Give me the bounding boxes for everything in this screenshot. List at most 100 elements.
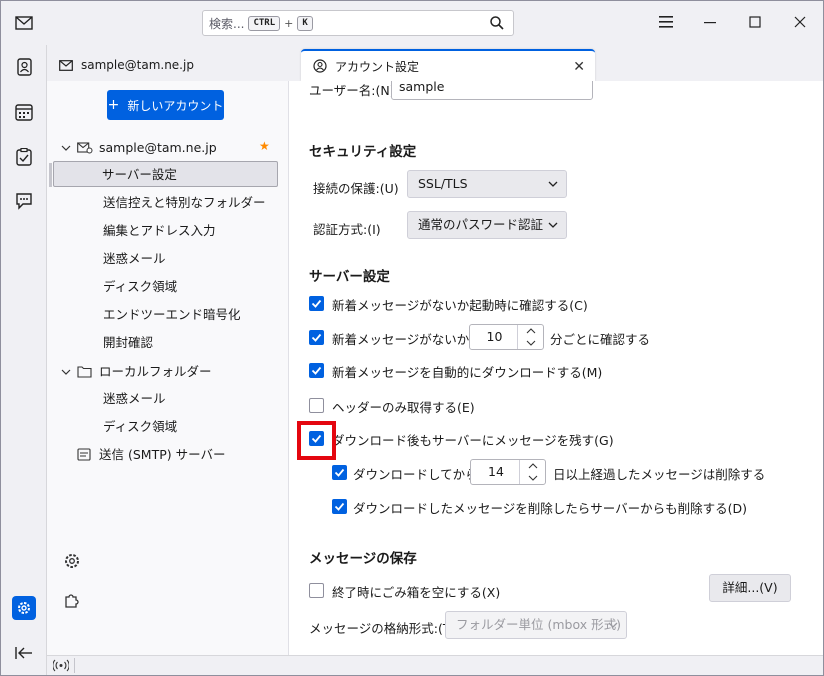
storage-heading: メッセージの保存	[309, 551, 417, 567]
store-type-value: フォルダー単位 (mbox 形式)	[456, 617, 621, 632]
store-type-label: メッセージの格納形式:(T)	[309, 621, 456, 636]
highlight-box	[297, 421, 336, 460]
shortcut-key-ctrl: CTRL	[248, 15, 281, 31]
tasks-icon[interactable]	[12, 145, 36, 169]
tree-item-junk[interactable]: 迷惑メール	[103, 246, 166, 272]
details-button[interactable]: 詳細...(V)	[709, 574, 791, 602]
auth-value: 通常のパスワード認証	[418, 217, 544, 232]
chat-icon[interactable]	[12, 189, 36, 213]
empty-trash-label[interactable]: 終了時にごみ箱を空にする(X)	[332, 582, 500, 601]
connection-security-select[interactable]: SSL/TLS	[407, 170, 567, 198]
tab-mail[interactable]: sample@tam.ne.jp	[47, 49, 299, 81]
security-heading: セキュリティ設定	[309, 144, 417, 160]
auto-download-checkbox[interactable]	[309, 363, 324, 378]
days-stepper[interactable]: 14	[470, 459, 546, 485]
auto-download-label[interactable]: 新着メッセージを自動的にダウンロードする(M)	[332, 362, 602, 381]
minimize-icon[interactable]	[701, 13, 719, 31]
check-interval-stepper[interactable]: 10	[469, 324, 544, 350]
close-window-icon[interactable]	[791, 13, 809, 31]
settings-icon[interactable]	[12, 596, 36, 620]
headers-only-label[interactable]: ヘッダーのみ取得する(E)	[332, 397, 475, 416]
search-icon[interactable]	[489, 15, 505, 31]
username-label: ユーザー名:(N)	[309, 83, 395, 98]
tab-mail-label: sample@tam.ne.jp	[81, 58, 194, 72]
stepper-arrows[interactable]	[519, 460, 545, 484]
check-every-label[interactable]: 新着メッセージがないか(Y)	[332, 329, 487, 348]
plus-icon: +	[107, 97, 120, 113]
chevron-down-icon[interactable]	[520, 472, 545, 484]
status-bar	[47, 655, 823, 675]
search-placeholder: 検索...	[209, 16, 245, 31]
star-icon: ★	[259, 139, 270, 153]
tab-account-settings-label: アカウント設定	[335, 59, 420, 74]
tree-item-local-junk[interactable]: 迷惑メール	[103, 386, 166, 412]
chevron-down-icon	[548, 181, 558, 187]
delete-from-server-label[interactable]: ダウンロードしたメッセージを削除したらサーバーからも削除する(D)	[353, 498, 747, 517]
mail-icon[interactable]	[12, 11, 36, 35]
tree-item-e2e[interactable]: エンドツーエンド暗号化	[103, 302, 241, 328]
username-field[interactable]: sample	[391, 81, 593, 100]
collapse-icon[interactable]	[12, 641, 36, 665]
tree-smtp[interactable]: 送信 (SMTP) サーバー	[99, 442, 225, 468]
check-startup-checkbox[interactable]	[309, 296, 324, 311]
check-every-checkbox[interactable]	[309, 330, 324, 345]
search-input[interactable]: 検索... CTRL + K	[202, 10, 514, 36]
add-ons-icon[interactable]	[63, 591, 81, 609]
days-value[interactable]: 14	[471, 460, 521, 484]
empty-trash-checkbox[interactable]	[309, 583, 324, 598]
folder-icon	[77, 366, 92, 378]
account-settings-icon	[313, 59, 327, 73]
smtp-server-icon	[77, 448, 91, 461]
mail-account-icon	[77, 142, 93, 154]
account-tree: + 新しいアカウント sample@tam.ne.jp ★ サーバー設定 送信控…	[47, 81, 289, 655]
check-startup-label[interactable]: 新着メッセージがないか起動時に確認する(C)	[332, 295, 588, 314]
tree-local-folders[interactable]: ローカルフォルダー	[99, 359, 212, 385]
shortcut-key-k: K	[297, 15, 313, 31]
delete-from-server-checkbox[interactable]	[332, 499, 347, 514]
check-interval-value[interactable]: 10	[470, 325, 519, 349]
tab-account-settings[interactable]: アカウント設定 ✕	[301, 49, 595, 81]
account-actions-gear-icon[interactable]	[63, 552, 81, 570]
tree-item-receipts[interactable]: 開封確認	[103, 330, 153, 356]
settings-pane: ユーザー名:(N) sample セキュリティ設定 接続の保護:(U) SSL/…	[289, 81, 823, 655]
chevron-up-icon[interactable]	[518, 325, 543, 337]
address-book-icon[interactable]	[12, 55, 36, 79]
tree-item-local-disk[interactable]: ディスク領域	[103, 414, 177, 440]
connection-label: 接続の保護:(U)	[313, 181, 399, 196]
check-every-suffix: 分ごとに確認する	[550, 332, 651, 347]
tab-bar: sample@tam.ne.jp アカウント設定 ✕	[47, 45, 823, 81]
chevron-down-icon[interactable]	[61, 143, 71, 153]
tree-item-server-settings[interactable]: サーバー設定	[53, 161, 278, 187]
title-bar: 検索... CTRL + K	[1, 1, 823, 45]
headers-only-checkbox[interactable]	[309, 398, 324, 413]
chevron-down-icon[interactable]	[518, 337, 543, 349]
scroll-indicator	[49, 163, 52, 187]
server-heading: サーバー設定	[309, 269, 390, 285]
chevron-down-icon	[548, 222, 558, 228]
tree-item-disk-space[interactable]: ディスク領域	[103, 274, 177, 300]
maximize-icon[interactable]	[746, 13, 764, 31]
auth-label: 認証方式:(I)	[313, 222, 381, 237]
new-account-button[interactable]: + 新しいアカウント	[107, 90, 224, 120]
new-account-label: 新しいアカウント	[127, 98, 224, 113]
tree-item-copies-folders[interactable]: 送信控えと特別なフォルダー	[103, 190, 266, 216]
spaces-toolbar	[1, 16, 47, 675]
tree-item-composition[interactable]: 編集とアドレス入力	[103, 218, 216, 244]
stepper-arrows[interactable]	[517, 325, 543, 349]
status-icon[interactable]	[53, 659, 69, 672]
close-tab-icon[interactable]: ✕	[573, 59, 585, 75]
store-type-select[interactable]: フォルダー単位 (mbox 形式)	[445, 611, 627, 639]
auth-method-select[interactable]: 通常のパスワード認証	[407, 211, 567, 239]
after-download-checkbox[interactable]	[332, 465, 347, 480]
chevron-up-icon[interactable]	[520, 460, 545, 472]
app-menu-icon[interactable]	[657, 13, 675, 31]
status-divider	[74, 658, 75, 673]
after-download-suffix: 日以上経過したメッセージは削除する	[553, 467, 766, 482]
chevron-down-icon[interactable]	[61, 367, 71, 377]
leave-on-server-label[interactable]: ダウンロード後もサーバーにメッセージを残す(G)	[332, 430, 614, 449]
tree-account[interactable]: sample@tam.ne.jp	[99, 135, 217, 161]
chevron-down-icon	[608, 622, 618, 628]
calendar-icon[interactable]	[12, 100, 36, 124]
mail-icon	[59, 59, 73, 71]
app-window: 検索... CTRL + K sample@tam.ne.jp アカウント設定 …	[0, 0, 824, 676]
